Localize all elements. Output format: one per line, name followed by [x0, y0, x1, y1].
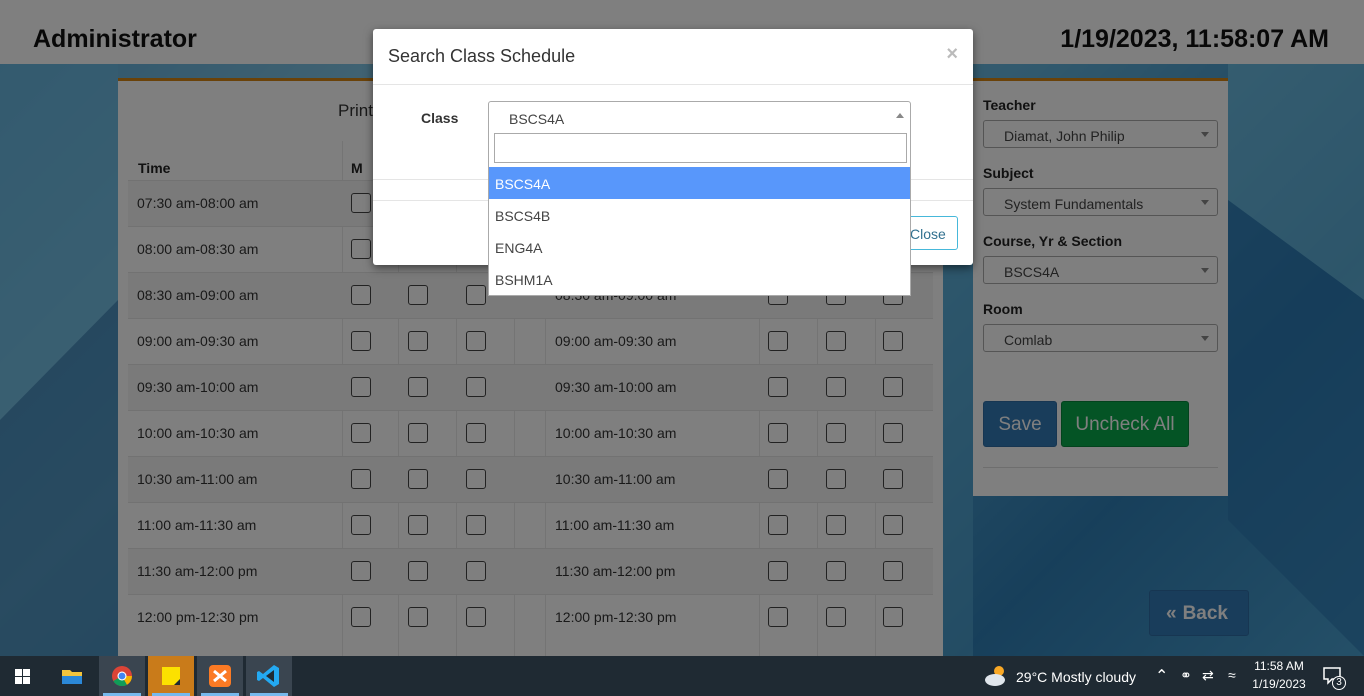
divider [373, 84, 973, 85]
vscode-icon[interactable] [246, 656, 292, 696]
taskbar-date[interactable]: 1/19/2023 [1248, 677, 1310, 691]
meet-now-icon[interactable]: ⚭ [1180, 667, 1192, 684]
taskbar-time[interactable]: 11:58 AM [1248, 659, 1310, 673]
class-option[interactable]: BSHM1A [489, 263, 910, 295]
class-search-input[interactable] [494, 133, 907, 163]
class-label: Class [421, 110, 459, 126]
class-option[interactable]: BSCS4B [489, 199, 910, 231]
weather-icon[interactable] [982, 663, 1010, 689]
chevron-up-icon[interactable]: ⌃ [1155, 666, 1168, 686]
file-explorer-icon[interactable] [49, 656, 95, 696]
class-option[interactable]: ENG4A [489, 231, 910, 263]
wifi-icon[interactable]: ≈ [1228, 667, 1236, 683]
taskbar: 29°C Mostly cloudy ⌃ ⚭ ⇄ ≈ 11:58 AM 1/19… [0, 656, 1364, 696]
modal-title: Search Class Schedule [388, 46, 576, 66]
chevron-up-icon [896, 113, 904, 118]
sticky-notes-icon[interactable] [148, 656, 194, 696]
class-select[interactable]: BSCS4A [488, 101, 911, 129]
notification-badge: 3 [1332, 676, 1346, 690]
windows-start-icon[interactable] [0, 656, 46, 696]
class-option[interactable]: BSCS4A [489, 167, 910, 199]
close-icon[interactable]: × [946, 43, 958, 66]
language-icon[interactable]: ⇄ [1202, 667, 1214, 684]
class-dropdown: BSCS4A BSCS4B ENG4A BSHM1A [488, 128, 911, 296]
class-select-value: BSCS4A [509, 111, 565, 127]
xampp-icon[interactable] [197, 656, 243, 696]
chrome-icon[interactable] [99, 656, 145, 696]
weather-text[interactable]: 29°C Mostly cloudy [1016, 669, 1136, 685]
